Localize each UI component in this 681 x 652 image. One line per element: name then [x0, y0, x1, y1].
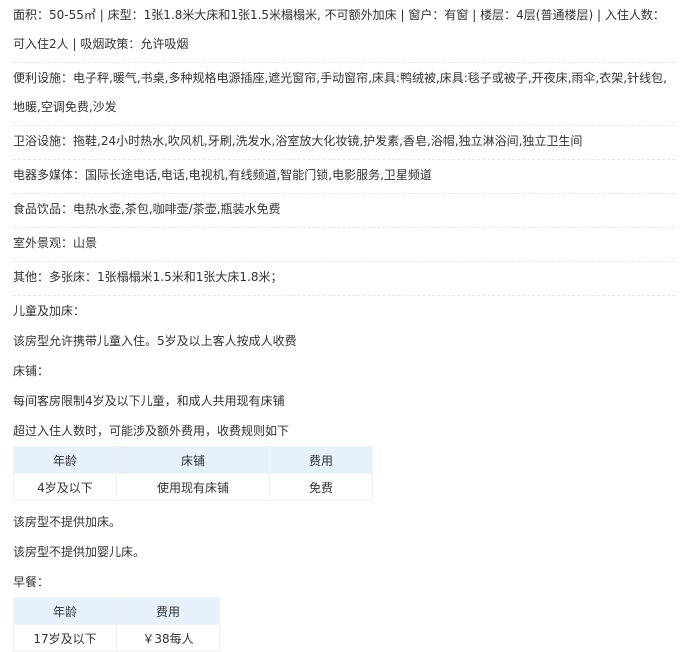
- children-allow-text: 该房型允许携带儿童入住。5岁及以上客人按成人收费: [13, 334, 297, 348]
- room-details: 面积：50-55㎡ | 床型：1张1.8米大床和1张1.5米榻榻米, 不可额外加…: [0, 0, 675, 652]
- facility-label: 食品饮品：: [13, 202, 74, 216]
- smoking-label: 吸烟政策：: [80, 37, 141, 51]
- table-cell: ￥38每人: [116, 624, 220, 652]
- no-crib-text: 该房型不提供加婴儿床。: [13, 545, 146, 559]
- table-row: 4岁及以下 使用现有床铺 免费: [13, 473, 373, 501]
- facility-value: 拖鞋,24小时热水,吹风机,牙刷,洗发水,浴室放大化妆镜,护发素,香皂,浴帽,独…: [73, 134, 583, 148]
- table-header: 费用: [269, 446, 373, 474]
- smoking-value: 允许吸烟: [140, 37, 189, 51]
- divider: |: [72, 37, 77, 51]
- bed-type-value: 1张1.8米大床和1张1.5米榻榻米, 不可额外加床: [143, 8, 397, 22]
- table-header: 费用: [116, 597, 220, 625]
- breakfast-policy: 早餐： 年龄 费用 17岁及以下 ￥38每人: [13, 567, 675, 652]
- facility-value: 多张床：1张榻榻米1.5米和1张大床1.8米；: [49, 270, 283, 284]
- floor-label: 楼层：: [480, 8, 517, 22]
- bed-type-label: 床型：: [107, 8, 144, 22]
- window-value: 有窗: [444, 8, 469, 22]
- children-policy-title: 儿童及加床：: [13, 304, 86, 318]
- occupancy-value: 可入住2人: [13, 37, 69, 51]
- breakfast-title: 早餐：: [13, 575, 50, 589]
- children-policy: 儿童及加床： 该房型允许携带儿童入住。5岁及以上客人按成人收费 床铺： 每间客房…: [13, 296, 675, 567]
- table-header: 年龄: [13, 597, 117, 625]
- facility-value: 国际长途电话,电话,电视机,有线频道,智能门锁,电影服务,卫星频道: [85, 168, 432, 182]
- table-header: 年龄: [13, 446, 117, 474]
- table-cell: 4岁及以下: [13, 473, 117, 501]
- room-basic-info: 面积：50-55㎡ | 床型：1张1.8米大床和1张1.5米榻榻米, 不可额外加…: [13, 0, 675, 63]
- divider: |: [596, 8, 602, 22]
- table-cell: 17岁及以下: [13, 624, 117, 652]
- bed-limit-text: 每间客房限制4岁及以下儿童，和成人共用现有床铺: [13, 394, 285, 408]
- breakfast-fee-table: 年龄 费用 17岁及以下 ￥38每人: [13, 597, 220, 652]
- facility-label: 卫浴设施：: [13, 134, 74, 148]
- facility-value: 电热水壶,茶包,咖啡壶/茶壶,瓶装水免费: [73, 202, 281, 216]
- facility-bathroom: 卫浴设施：拖鞋,24小时热水,吹风机,牙刷,洗发水,浴室放大化妆镜,护发素,香皂…: [13, 126, 675, 160]
- free-fee-cell: 免费: [269, 473, 373, 501]
- occupancy-label: 入住人数：: [604, 8, 665, 22]
- table-header: 床铺: [116, 446, 270, 474]
- divider: |: [400, 8, 405, 22]
- divider: |: [472, 8, 477, 22]
- facility-label: 电器多媒体：: [13, 168, 86, 182]
- divider: |: [99, 8, 104, 22]
- facility-convenience: 便利设施：电子秤,暖气,书桌,多种规格电源插座,遮光窗帘,手动窗帘,床具:鸭绒被…: [13, 63, 675, 126]
- bed-policy-title: 床铺：: [13, 364, 50, 378]
- table-header-row: 年龄 床铺 费用: [13, 446, 373, 474]
- floor-value: 4层(普通楼层): [516, 8, 594, 22]
- children-fee-table: 年龄 床铺 费用 4岁及以下 使用现有床铺 免费: [13, 446, 373, 501]
- facility-value: 山景: [73, 236, 98, 250]
- no-extra-bed-text: 该房型不提供加床。: [13, 515, 122, 529]
- facility-food: 食品饮品：电热水壶,茶包,咖啡壶/茶壶,瓶装水免费: [13, 194, 675, 228]
- area-label: 面积：: [13, 8, 50, 22]
- table-header-row: 年龄 费用: [13, 597, 220, 625]
- facility-label: 其他：: [13, 270, 50, 284]
- window-label: 窗户：: [408, 8, 445, 22]
- overflow-note: 超过入住人数时，可能涉及额外费用，收费规则如下: [13, 424, 290, 438]
- facility-view: 室外景观：山景: [13, 228, 675, 262]
- table-cell: 使用现有床铺: [116, 473, 270, 501]
- facility-label: 室外景观：: [13, 236, 74, 250]
- facility-other: 其他：多张床：1张榻榻米1.5米和1张大床1.8米；: [13, 262, 675, 296]
- facility-media: 电器多媒体：国际长途电话,电话,电视机,有线频道,智能门锁,电影服务,卫星频道: [13, 160, 675, 194]
- area-value: 50-55㎡: [49, 8, 96, 22]
- facility-label: 便利设施：: [13, 71, 74, 85]
- table-row: 17岁及以下 ￥38每人: [13, 624, 220, 652]
- facility-value: 电子秤,暖气,书桌,多种规格电源插座,遮光窗帘,手动窗帘,床具:鸭绒被,床具:毯…: [13, 71, 667, 114]
